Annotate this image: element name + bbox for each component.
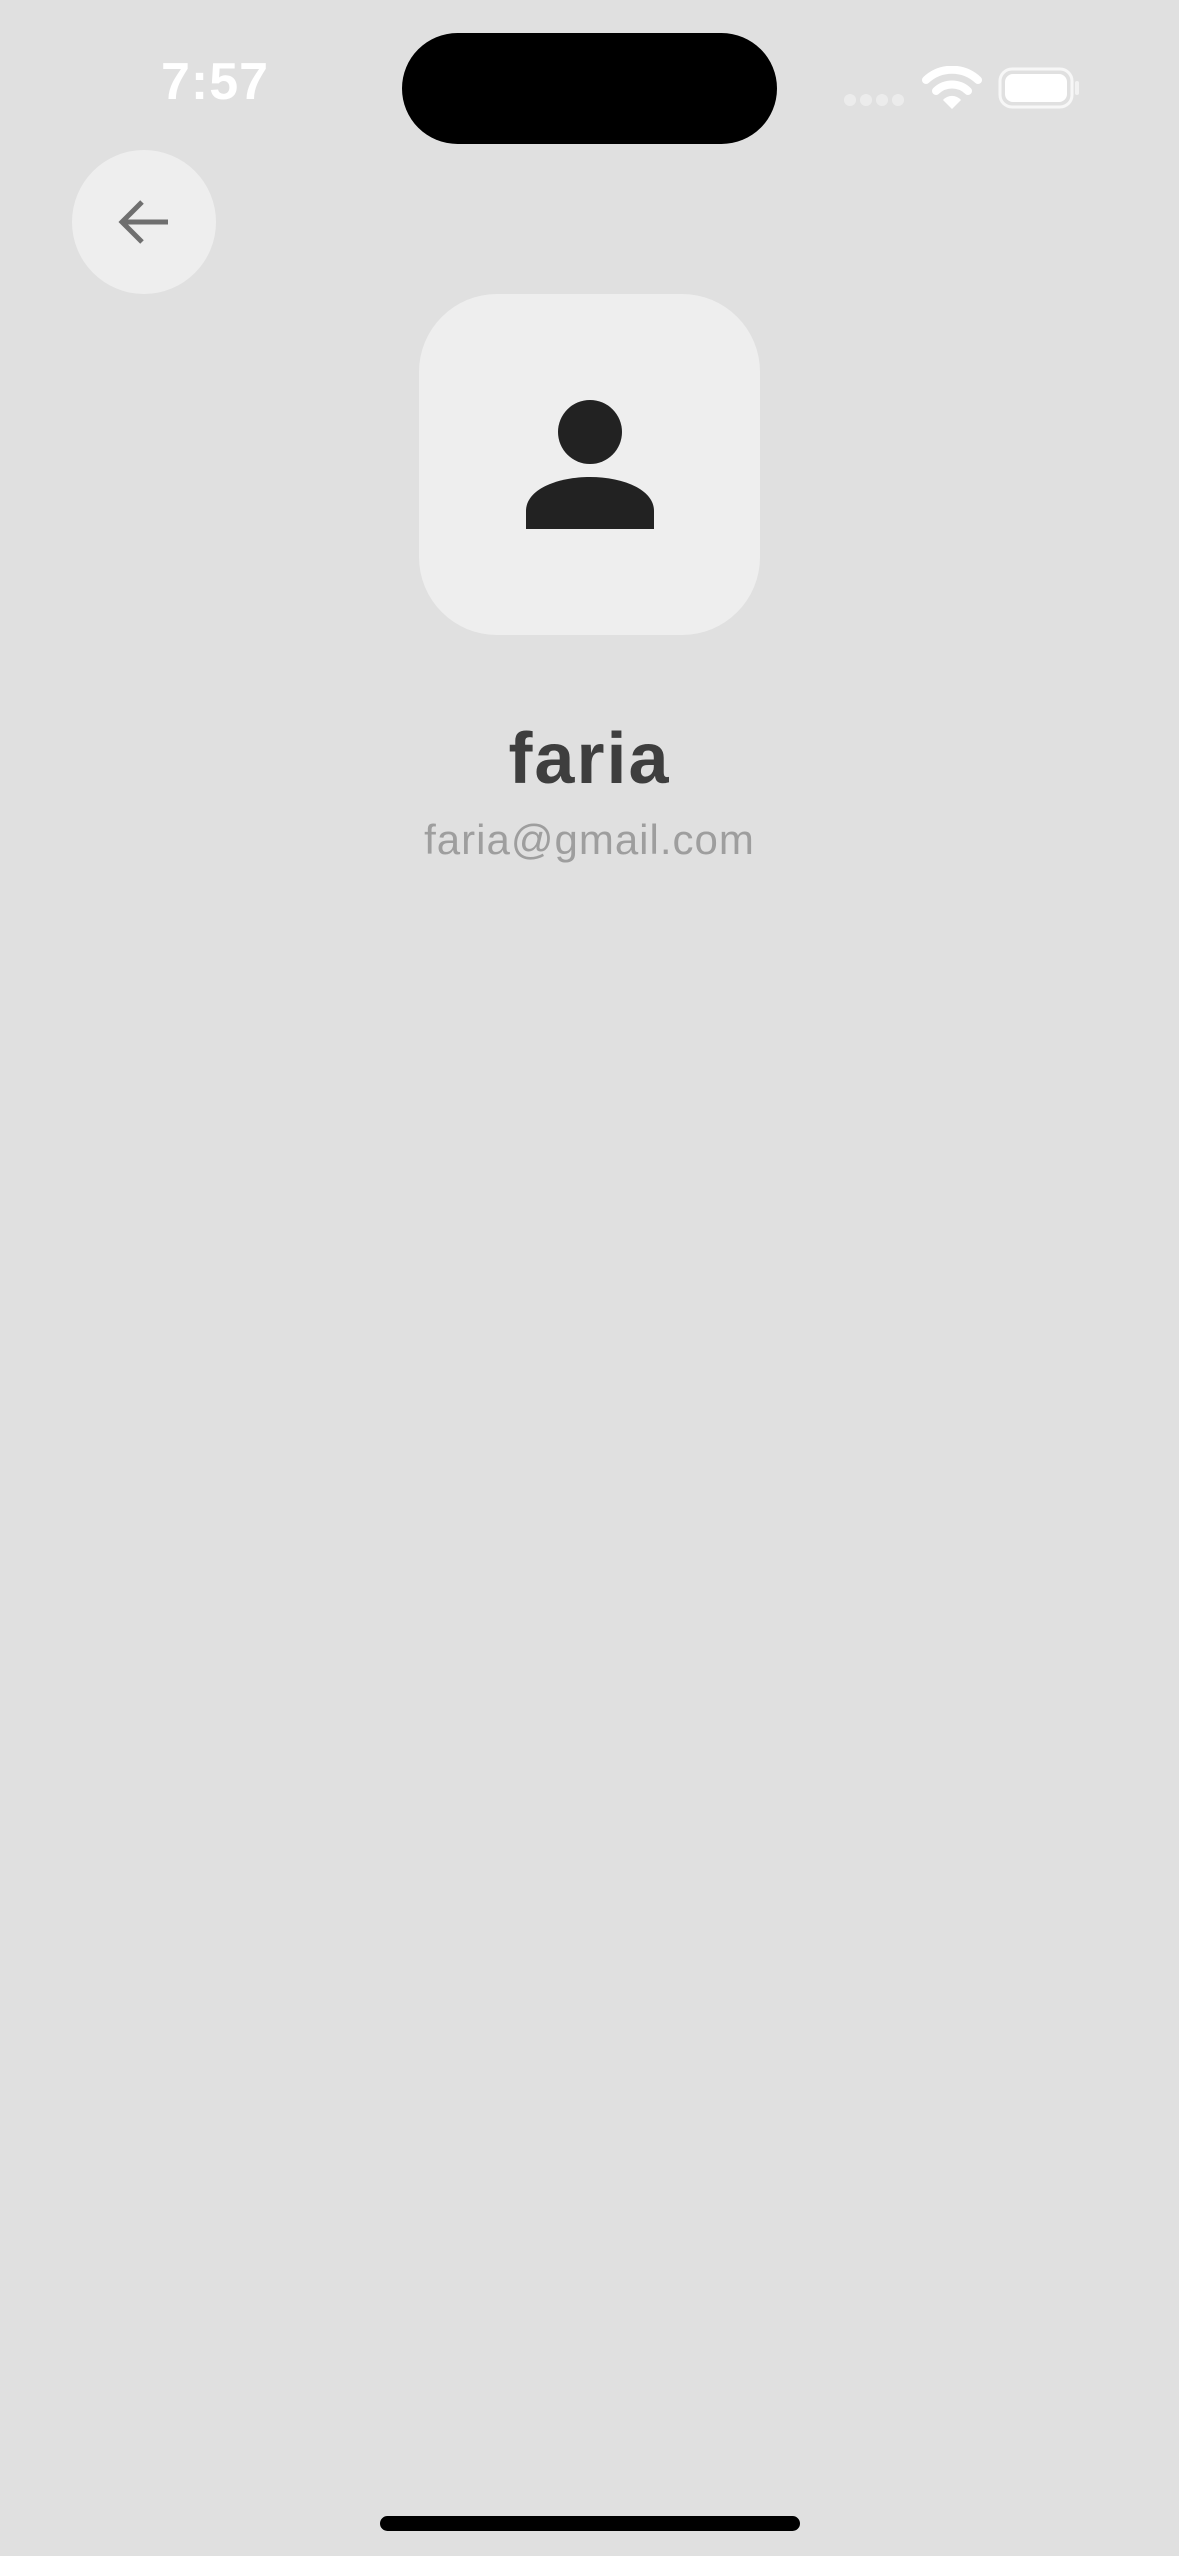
back-button[interactable] [72, 150, 216, 294]
dynamic-island [402, 33, 777, 144]
status-time: 7:57 [160, 53, 270, 111]
profile-email: faria@gmail.com [424, 816, 755, 863]
cellular-signal-icon [844, 94, 906, 108]
wifi-icon [922, 66, 982, 109]
battery-icon [998, 67, 1079, 109]
profile-name: faria [508, 719, 671, 799]
home-indicator[interactable] [380, 2516, 800, 2531]
status-bar: 7:57 [0, 0, 1179, 150]
person-icon [525, 399, 654, 529]
avatar [419, 294, 760, 635]
arrow-left-icon [118, 200, 168, 244]
